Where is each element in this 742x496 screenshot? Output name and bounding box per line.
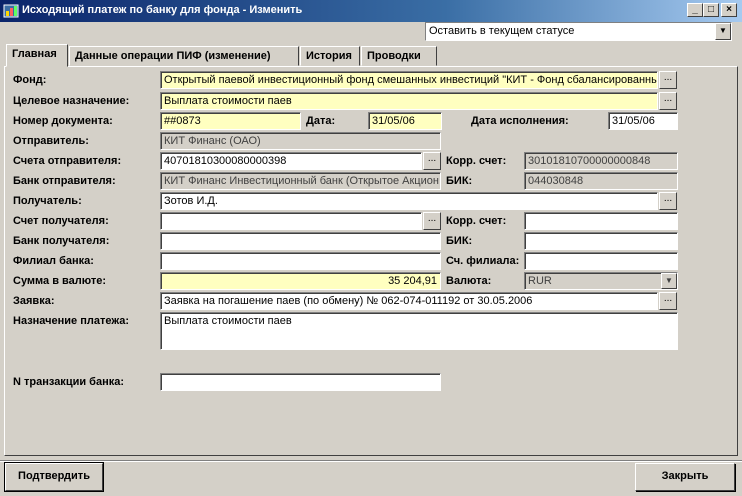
doc-number-label: Номер документа: <box>13 115 113 127</box>
fund-select-button[interactable]: ... <box>659 71 677 89</box>
close-window-button[interactable]: × <box>721 3 737 17</box>
footer-divider <box>0 460 742 462</box>
bank-branch-field[interactable] <box>160 252 441 270</box>
recipient-bik-label: БИК: <box>446 235 473 247</box>
tab-pif-operation[interactable]: Данные операции ПИФ (изменение) <box>69 46 299 66</box>
tab-postings[interactable]: Проводки <box>361 46 437 66</box>
corr-account-field: 30101810700000000848 <box>524 152 678 170</box>
recipient-bik-field[interactable] <box>524 232 678 250</box>
request-field[interactable]: Заявка на погашение паев (по обмену) № 0… <box>160 292 658 310</box>
sender-account-field[interactable]: 40701810300080000398 <box>160 152 422 170</box>
recipient-corr-account-field[interactable] <box>524 212 678 230</box>
chevron-down-icon[interactable]: ▼ <box>661 273 677 289</box>
bik-field: 044030848 <box>524 172 678 190</box>
confirm-button[interactable]: Подтвердить <box>4 462 104 492</box>
recipient-account-select-button[interactable]: ... <box>423 212 441 230</box>
recipient-account-field[interactable] <box>160 212 422 230</box>
date-label: Дата: <box>306 115 336 127</box>
transaction-number-label: N транзакции банка: <box>13 376 124 388</box>
status-combo-value: Оставить в текущем статусе <box>429 25 575 37</box>
recipient-corr-account-label: Корр. счет: <box>446 215 507 227</box>
corr-account-label: Корр. счет: <box>446 155 507 167</box>
sender-label: Отправитель: <box>13 135 89 147</box>
payment-purpose-field[interactable]: Выплата стоимости паев <box>160 312 678 350</box>
bik-label: БИК: <box>446 175 473 187</box>
currency-label: Валюта: <box>446 275 492 287</box>
tab-history[interactable]: История <box>300 46 360 66</box>
exec-date-field[interactable]: 31/05/06 <box>608 112 678 130</box>
payment-purpose-label: Назначение платежа: <box>13 315 130 327</box>
app-icon <box>3 4 19 18</box>
fund-field[interactable]: Открытый паевой инвестиционный фонд смеш… <box>160 71 658 89</box>
maximize-button[interactable]: □ <box>703 3 719 17</box>
minimize-button[interactable]: _ <box>687 3 703 17</box>
sender-bank-field: КИТ Финанс Инвестиционный банк (Открытое… <box>160 172 441 190</box>
request-select-button[interactable]: ... <box>659 292 677 310</box>
tab-main[interactable]: Главная <box>6 44 68 67</box>
date-field[interactable]: 31/05/06 <box>368 112 442 130</box>
bank-branch-label: Филиал банка: <box>13 255 94 267</box>
purpose-label: Целевое назначение: <box>13 95 130 107</box>
transaction-number-field[interactable] <box>160 373 441 391</box>
recipient-bank-label: Банк получателя: <box>13 235 110 247</box>
amount-label: Сумма в валюте: <box>13 275 107 287</box>
sender-account-label: Счета отправителя: <box>13 155 122 167</box>
recipient-account-label: Счет получателя: <box>13 215 109 227</box>
recipient-select-button[interactable]: ... <box>659 192 677 210</box>
branch-account-label: Сч. филиала: <box>446 255 520 267</box>
currency-select[interactable]: RUR ▼ <box>524 272 678 290</box>
sender-account-select-button[interactable]: ... <box>423 152 441 170</box>
close-button[interactable]: Закрыть <box>635 463 735 491</box>
recipient-label: Получатель: <box>13 195 82 207</box>
status-combo[interactable]: Оставить в текущем статусе ▼ <box>425 22 732 41</box>
purpose-field[interactable]: Выплата стоимости паев <box>160 92 658 110</box>
recipient-bank-field[interactable] <box>160 232 441 250</box>
sender-bank-label: Банк отправителя: <box>13 175 116 187</box>
purpose-select-button[interactable]: ... <box>659 92 677 110</box>
window-titlebar[interactable]: Исходящий платеж по банку для фонда - Из… <box>0 0 742 22</box>
sender-field: КИТ Финанс (ОАО) <box>160 132 441 150</box>
request-label: Заявка: <box>13 295 55 307</box>
exec-date-label: Дата исполнения: <box>471 115 569 127</box>
doc-number-field[interactable]: ##0873 <box>160 112 301 130</box>
branch-account-field[interactable] <box>524 252 678 270</box>
window-title: Исходящий платеж по банку для фонда - Из… <box>22 4 303 16</box>
chevron-down-icon[interactable]: ▼ <box>715 23 731 40</box>
recipient-field[interactable]: Зотов И.Д. <box>160 192 658 210</box>
amount-field[interactable]: 35 204,91 <box>160 272 441 290</box>
currency-value: RUR <box>528 275 552 287</box>
fund-label: Фонд: <box>13 74 47 86</box>
